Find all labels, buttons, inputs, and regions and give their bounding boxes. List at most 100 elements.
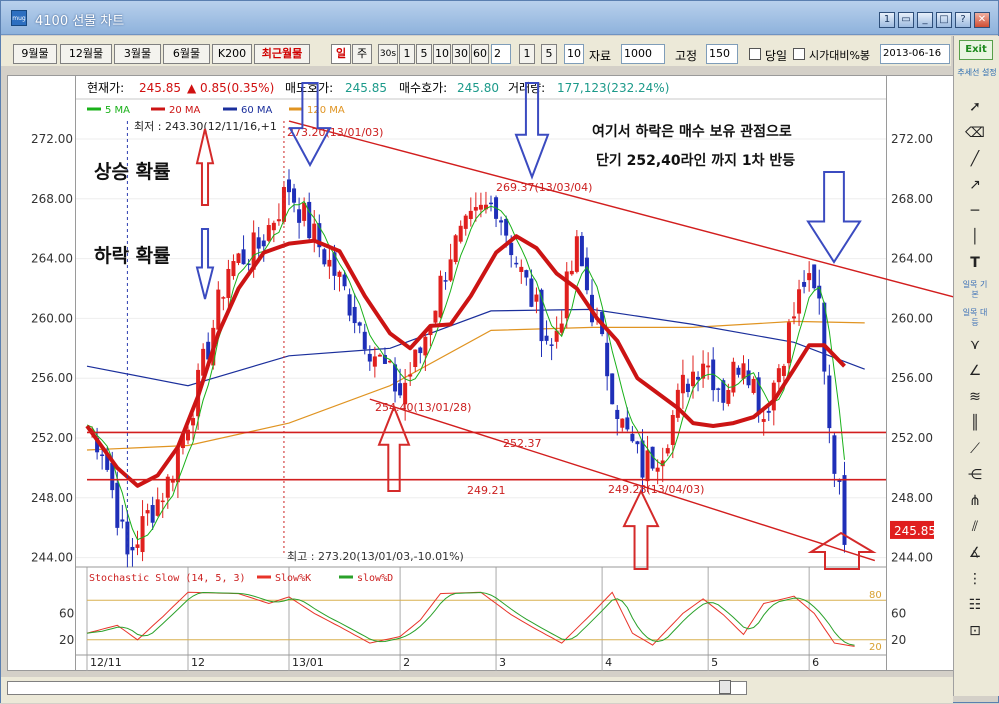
candle-body bbox=[322, 249, 327, 265]
note-line-1: 여기서 하락은 매수 보유 관점으로 bbox=[592, 123, 792, 140]
candle-body bbox=[271, 222, 276, 231]
candle-body bbox=[509, 242, 514, 256]
exit-button[interactable]: Exit bbox=[959, 40, 993, 60]
horizontal-scrollbar[interactable] bbox=[7, 681, 747, 695]
candle-body bbox=[640, 440, 645, 478]
candle-body bbox=[731, 361, 736, 393]
y-tick-left-2: 252.00 bbox=[31, 431, 73, 445]
up-arrow-red-mid bbox=[377, 404, 411, 492]
candle-body bbox=[130, 546, 135, 551]
candle-body bbox=[155, 499, 160, 516]
y-tick-left-3: 256.00 bbox=[31, 371, 73, 385]
stoch-k-label: Slow%K bbox=[275, 573, 311, 584]
horizontal-line-icon[interactable]: ─ bbox=[960, 200, 990, 222]
candle-body bbox=[675, 389, 680, 418]
candle-body bbox=[655, 467, 660, 472]
candle-body bbox=[150, 505, 155, 523]
x-tick-7: 6 bbox=[812, 656, 819, 669]
ruler-icon[interactable]: ⊡ bbox=[960, 620, 990, 642]
candle-body bbox=[751, 378, 756, 393]
candle-body bbox=[630, 433, 635, 442]
current-price-value: 245.85 bbox=[139, 81, 181, 95]
gann-fan-icon[interactable]: ⋲ bbox=[960, 464, 990, 486]
candle-body bbox=[408, 374, 413, 377]
price-chart-svg[interactable]: 현재가: 245.85 ▲ 0.85(0.35%) 매도호가: 245.85 매수호가: 2… bbox=[1, 1, 999, 704]
up-arrow-red-small bbox=[195, 128, 215, 206]
candle-body bbox=[413, 349, 418, 367]
candle-body bbox=[458, 225, 463, 242]
candle-body bbox=[342, 274, 347, 287]
candle-body bbox=[433, 310, 438, 323]
cycle-icon[interactable]: ║ bbox=[960, 412, 990, 434]
candle-body bbox=[468, 210, 473, 219]
candle-body bbox=[665, 448, 670, 454]
y-tick-left-7: 272.00 bbox=[31, 132, 73, 146]
y-tick-right-7: 272.00 bbox=[891, 132, 933, 146]
candle-body bbox=[377, 354, 382, 357]
x-tick-5: 4 bbox=[605, 656, 612, 669]
candle-body bbox=[443, 280, 448, 282]
ichimoku-basic-button[interactable]: 일목 기본 bbox=[960, 280, 990, 302]
candle-body bbox=[110, 462, 115, 491]
pitchfork-icon[interactable]: ⋔ bbox=[960, 490, 990, 512]
candle-body bbox=[186, 429, 190, 441]
cursor-icon[interactable]: ➚ bbox=[960, 96, 990, 118]
x-tick-4: 3 bbox=[499, 656, 506, 669]
candle-body bbox=[276, 219, 281, 222]
candle-body bbox=[115, 482, 120, 528]
candle-body bbox=[504, 219, 509, 236]
speed-lines-icon[interactable]: ≋ bbox=[960, 386, 990, 408]
x-tick-1: 12 bbox=[191, 656, 205, 669]
candle-body bbox=[423, 336, 428, 356]
candle-body bbox=[529, 278, 534, 307]
stoch-y-left-0: 20 bbox=[59, 633, 74, 647]
up-probability-text: 상승 확률 bbox=[94, 160, 171, 183]
candle-body bbox=[797, 289, 802, 314]
regression-icon[interactable]: ⋮ bbox=[960, 568, 990, 590]
trendline-setting-button[interactable]: 추세선 설정 bbox=[957, 68, 997, 78]
scrollbar-thumb[interactable] bbox=[719, 680, 731, 694]
candle-body bbox=[574, 236, 579, 272]
candle-body bbox=[685, 383, 690, 393]
y-tick-right-2: 252.00 bbox=[891, 431, 933, 445]
candle-body bbox=[398, 383, 403, 396]
candle-body bbox=[478, 204, 483, 210]
vertical-line-icon[interactable]: │ bbox=[960, 226, 990, 248]
candle-body bbox=[584, 257, 589, 291]
fan-icon[interactable]: ⋎ bbox=[960, 334, 990, 356]
text-icon[interactable]: T bbox=[960, 252, 990, 274]
note-line-2: 단기 252,40라인 까지 1차 반등 bbox=[596, 152, 795, 169]
candle-body bbox=[746, 370, 751, 386]
x-tick-3: 2 bbox=[403, 656, 410, 669]
candle-body bbox=[372, 356, 377, 367]
y-tick-right-5: 264.00 bbox=[891, 252, 933, 266]
down-probability-text: 하락 확률 bbox=[94, 244, 171, 267]
candle-body bbox=[463, 215, 468, 229]
label-249-28: 249.28(13/04/03) bbox=[608, 483, 704, 496]
candle-body bbox=[438, 275, 443, 318]
eraser-icon[interactable]: ⌫ bbox=[960, 122, 990, 144]
candle-body bbox=[337, 271, 342, 277]
line-icon[interactable]: ╱ bbox=[960, 148, 990, 170]
candle-body bbox=[781, 365, 786, 376]
gann-icon[interactable]: ⟋ bbox=[960, 438, 990, 460]
fibonacci-icon[interactable]: ∠ bbox=[960, 360, 990, 382]
candle-body bbox=[792, 316, 796, 319]
upper-trendline bbox=[288, 120, 956, 299]
angle-icon[interactable]: ∡ bbox=[960, 542, 990, 564]
y-tick-left-6: 268.00 bbox=[31, 192, 73, 206]
x-tick-0: 12/11 bbox=[90, 656, 122, 669]
channel-icon[interactable]: ⫽ bbox=[960, 516, 990, 538]
candle-body bbox=[367, 353, 372, 362]
ichimoku-equal-button[interactable]: 일목 대등 bbox=[960, 308, 990, 330]
y-tick-right-0: 244.00 bbox=[891, 551, 933, 565]
label-249-21: 249.21 bbox=[467, 484, 506, 497]
arrow-line-icon[interactable]: ↗ bbox=[960, 174, 990, 196]
candle-body bbox=[140, 516, 145, 553]
candle-body bbox=[256, 237, 261, 249]
candle-body bbox=[837, 480, 842, 482]
candle-body bbox=[145, 510, 150, 514]
y-tick-left-0: 244.00 bbox=[31, 551, 73, 565]
retracement-icon[interactable]: ☷ bbox=[960, 594, 990, 616]
y-tick-right-6: 268.00 bbox=[891, 192, 933, 206]
